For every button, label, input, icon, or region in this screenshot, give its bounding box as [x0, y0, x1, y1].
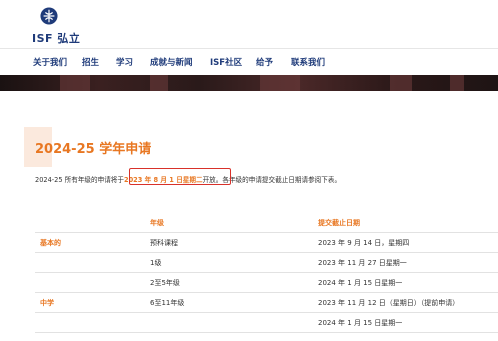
column-header-deadline: 提交截止日期	[318, 219, 360, 227]
table-cell-grade: 6至11年级	[150, 299, 185, 307]
table-cell-grade: 预科课程	[150, 239, 178, 247]
table-divider	[35, 332, 498, 333]
nav-item-news[interactable]: 成就与新闻	[150, 56, 193, 68]
nav-item-about[interactable]: 关于我们	[33, 56, 67, 68]
category-label-primary: 基本的	[40, 239, 61, 247]
table-cell-deadline: 2023 年 11 月 27 日星期一	[318, 259, 407, 267]
table-cell-deadline: 2023 年 11 月 12 日（星期日）（提前申请）	[318, 299, 460, 307]
table-cell-grade: 2至5年级	[150, 279, 180, 287]
site-header: ISF 弘立	[0, 0, 498, 48]
nav-item-contact[interactable]: 联系我们	[291, 56, 325, 68]
nav-item-admissions[interactable]: 招生	[82, 56, 99, 68]
date-highlight-box	[129, 168, 231, 185]
table-cell-deadline: 2024 年 1 月 15 日星期一	[318, 319, 403, 327]
table-divider	[35, 292, 498, 293]
table-divider	[35, 252, 498, 253]
nav-item-giving[interactable]: 给予	[256, 56, 273, 68]
table-cell-deadline: 2023 年 9 月 14 日，星期四	[318, 239, 410, 247]
nav-item-learning[interactable]: 学习	[116, 56, 133, 68]
logo-text[interactable]: ISF 弘立	[32, 30, 80, 46]
nav-item-community[interactable]: ISF社区	[210, 56, 242, 68]
table-cell-deadline: 2024 年 1 月 15 日星期一	[318, 279, 403, 287]
table-divider	[35, 312, 498, 313]
intro-before: 2024-25 所有年级的申请将于	[35, 176, 124, 184]
isf-crest-icon[interactable]	[40, 7, 58, 25]
table-divider	[35, 232, 498, 233]
hero-banner-image	[0, 75, 498, 91]
column-header-grade: 年级	[150, 219, 164, 227]
table-cell-grade: 1级	[150, 259, 162, 267]
category-label-secondary: 中学	[40, 299, 54, 307]
page-title: 2024-25 学年申请	[35, 142, 152, 157]
main-nav: 关于我们 招生 学习 成就与新闻 ISF社区 给予 联系我们	[0, 49, 498, 75]
table-divider	[35, 272, 498, 273]
